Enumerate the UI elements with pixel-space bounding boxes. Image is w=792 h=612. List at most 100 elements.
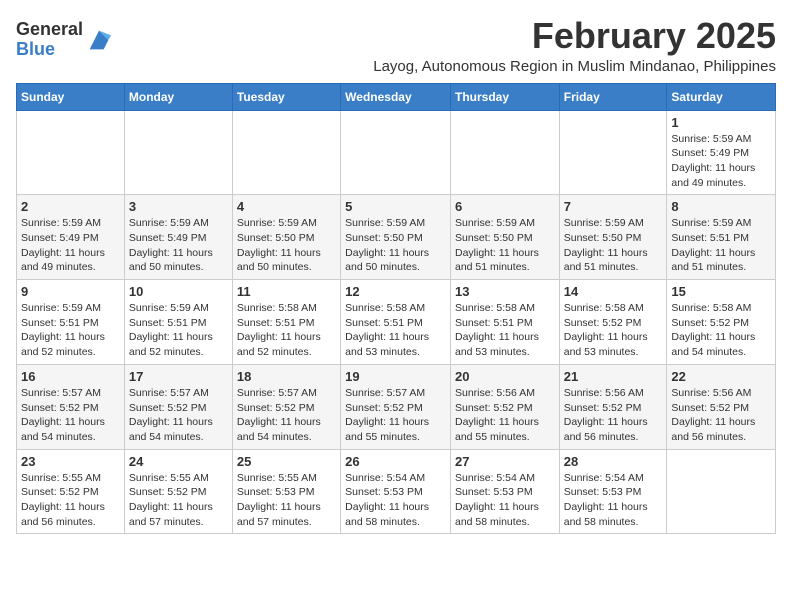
day-info: Sunrise: 5:57 AM Sunset: 5:52 PM Dayligh… — [129, 386, 228, 445]
calendar-cell: 2Sunrise: 5:59 AM Sunset: 5:49 PM Daylig… — [17, 195, 125, 280]
day-info: Sunrise: 5:57 AM Sunset: 5:52 PM Dayligh… — [345, 386, 446, 445]
day-number: 22 — [671, 369, 771, 384]
day-info: Sunrise: 5:58 AM Sunset: 5:51 PM Dayligh… — [345, 301, 446, 360]
day-number: 14 — [564, 284, 663, 299]
day-info: Sunrise: 5:54 AM Sunset: 5:53 PM Dayligh… — [455, 471, 555, 530]
calendar-cell: 12 Sunrise: 5:58 AM Sunset: 5:51 PM Dayli… — [341, 280, 451, 365]
calendar-cell: 15 Sunrise: 5:58 AM Sunset: 5:52 PM Dayli… — [667, 280, 776, 365]
calendar-cell: 23 Sunrise: 5:55 AM Sunset: 5:52 PM Dayli… — [17, 449, 125, 534]
day-info: Sunrise: 5:56 AM Sunset: 5:52 PM Dayligh… — [671, 386, 771, 445]
day-info: Sunrise: 5:59 AM Sunset: 5:49 PM Dayligh… — [21, 216, 120, 275]
calendar-cell: 8 Sunrise: 5:59 AM Sunset: 5:51 PM Daylig… — [667, 195, 776, 280]
calendar-week-row: 23 Sunrise: 5:55 AM Sunset: 5:52 PM Dayli… — [17, 449, 776, 534]
day-info: Sunrise: 5:55 AM Sunset: 5:52 PM Dayligh… — [129, 471, 228, 530]
day-number: 4 — [237, 199, 336, 214]
day-number: 1 — [671, 115, 771, 130]
day-info: Sunrise: 5:58 AM Sunset: 5:52 PM Dayligh… — [564, 301, 663, 360]
day-info: Sunrise: 5:54 AM Sunset: 5:53 PM Dayligh… — [345, 471, 446, 530]
calendar-cell — [667, 449, 776, 534]
calendar-week-row: 1 Sunrise: 5:59 AM Sunset: 5:49 PM Daylig… — [17, 110, 776, 195]
calendar-cell: 21Sunrise: 5:56 AM Sunset: 5:52 PM Dayli… — [559, 364, 667, 449]
calendar-cell: 22 Sunrise: 5:56 AM Sunset: 5:52 PM Dayli… — [667, 364, 776, 449]
day-number: 3 — [129, 199, 228, 214]
header-saturday: Saturday — [667, 83, 776, 110]
header-tuesday: Tuesday — [232, 83, 340, 110]
day-info: Sunrise: 5:57 AM Sunset: 5:52 PM Dayligh… — [237, 386, 336, 445]
calendar-week-row: 9 Sunrise: 5:59 AM Sunset: 5:51 PM Daylig… — [17, 280, 776, 365]
calendar-week-row: 16 Sunrise: 5:57 AM Sunset: 5:52 PM Dayli… — [17, 364, 776, 449]
day-number: 19 — [345, 369, 446, 384]
calendar-cell: 7Sunrise: 5:59 AM Sunset: 5:50 PM Daylig… — [559, 195, 667, 280]
calendar-cell — [124, 110, 232, 195]
day-number: 26 — [345, 454, 446, 469]
day-info: Sunrise: 5:59 AM Sunset: 5:51 PM Dayligh… — [129, 301, 228, 360]
day-info: Sunrise: 5:59 AM Sunset: 5:51 PM Dayligh… — [671, 216, 771, 275]
logo-blue-text: Blue — [16, 40, 83, 60]
day-number: 9 — [21, 284, 120, 299]
calendar-cell: 26 Sunrise: 5:54 AM Sunset: 5:53 PM Dayli… — [341, 449, 451, 534]
day-number: 6 — [455, 199, 555, 214]
day-info: Sunrise: 5:54 AM Sunset: 5:53 PM Dayligh… — [564, 471, 663, 530]
day-number: 16 — [21, 369, 120, 384]
day-number: 28 — [564, 454, 663, 469]
calendar-week-row: 2Sunrise: 5:59 AM Sunset: 5:49 PM Daylig… — [17, 195, 776, 280]
header-sunday: Sunday — [17, 83, 125, 110]
calendar-cell — [450, 110, 559, 195]
calendar-header-row: SundayMondayTuesdayWednesdayThursdayFrid… — [17, 83, 776, 110]
day-number: 17 — [129, 369, 228, 384]
header-friday: Friday — [559, 83, 667, 110]
day-info: Sunrise: 5:57 AM Sunset: 5:52 PM Dayligh… — [21, 386, 120, 445]
month-title: February 2025 — [373, 16, 776, 56]
calendar-cell: 6Sunrise: 5:59 AM Sunset: 5:50 PM Daylig… — [450, 195, 559, 280]
calendar-cell: 27 Sunrise: 5:54 AM Sunset: 5:53 PM Dayli… — [450, 449, 559, 534]
calendar-cell: 19 Sunrise: 5:57 AM Sunset: 5:52 PM Dayli… — [341, 364, 451, 449]
logo: General Blue — [16, 20, 113, 60]
day-info: Sunrise: 5:59 AM Sunset: 5:49 PM Dayligh… — [129, 216, 228, 275]
day-info: Sunrise: 5:59 AM Sunset: 5:51 PM Dayligh… — [21, 301, 120, 360]
calendar-cell — [341, 110, 451, 195]
header-monday: Monday — [124, 83, 232, 110]
calendar-cell: 16 Sunrise: 5:57 AM Sunset: 5:52 PM Dayli… — [17, 364, 125, 449]
calendar-table: SundayMondayTuesdayWednesdayThursdayFrid… — [16, 83, 776, 535]
day-number: 23 — [21, 454, 120, 469]
day-info: Sunrise: 5:58 AM Sunset: 5:51 PM Dayligh… — [455, 301, 555, 360]
day-info: Sunrise: 5:55 AM Sunset: 5:53 PM Dayligh… — [237, 471, 336, 530]
header-wednesday: Wednesday — [341, 83, 451, 110]
day-number: 13 — [455, 284, 555, 299]
day-number: 8 — [671, 199, 771, 214]
calendar-cell: 1 Sunrise: 5:59 AM Sunset: 5:49 PM Daylig… — [667, 110, 776, 195]
calendar-cell — [559, 110, 667, 195]
header-thursday: Thursday — [450, 83, 559, 110]
day-number: 27 — [455, 454, 555, 469]
day-number: 20 — [455, 369, 555, 384]
calendar-cell: 4 Sunrise: 5:59 AM Sunset: 5:50 PM Daylig… — [232, 195, 340, 280]
calendar-cell: 10Sunrise: 5:59 AM Sunset: 5:51 PM Dayli… — [124, 280, 232, 365]
calendar-cell: 3 Sunrise: 5:59 AM Sunset: 5:49 PM Daylig… — [124, 195, 232, 280]
day-number: 7 — [564, 199, 663, 214]
day-info: Sunrise: 5:59 AM Sunset: 5:50 PM Dayligh… — [237, 216, 336, 275]
calendar-cell — [232, 110, 340, 195]
day-info: Sunrise: 5:58 AM Sunset: 5:51 PM Dayligh… — [237, 301, 336, 360]
day-info: Sunrise: 5:58 AM Sunset: 5:52 PM Dayligh… — [671, 301, 771, 360]
calendar-cell: 9 Sunrise: 5:59 AM Sunset: 5:51 PM Daylig… — [17, 280, 125, 365]
title-area: February 2025 Layog, Autonomous Region i… — [373, 16, 776, 75]
calendar-cell: 13 Sunrise: 5:58 AM Sunset: 5:51 PM Dayli… — [450, 280, 559, 365]
day-info: Sunrise: 5:55 AM Sunset: 5:52 PM Dayligh… — [21, 471, 120, 530]
calendar-cell: 14 Sunrise: 5:58 AM Sunset: 5:52 PM Dayli… — [559, 280, 667, 365]
logo-icon — [85, 26, 113, 54]
day-number: 5 — [345, 199, 446, 214]
calendar-cell: 28 Sunrise: 5:54 AM Sunset: 5:53 PM Dayli… — [559, 449, 667, 534]
day-number: 12 — [345, 284, 446, 299]
day-info: Sunrise: 5:56 AM Sunset: 5:52 PM Dayligh… — [455, 386, 555, 445]
day-number: 21 — [564, 369, 663, 384]
calendar-cell: 20 Sunrise: 5:56 AM Sunset: 5:52 PM Dayli… — [450, 364, 559, 449]
day-number: 24 — [129, 454, 228, 469]
day-number: 15 — [671, 284, 771, 299]
day-number: 18 — [237, 369, 336, 384]
calendar-cell: 11 Sunrise: 5:58 AM Sunset: 5:51 PM Dayli… — [232, 280, 340, 365]
day-info: Sunrise: 5:59 AM Sunset: 5:49 PM Dayligh… — [671, 132, 771, 191]
location-title: Layog, Autonomous Region in Muslim Minda… — [373, 58, 776, 75]
calendar-cell: 5Sunrise: 5:59 AM Sunset: 5:50 PM Daylig… — [341, 195, 451, 280]
calendar-cell: 25Sunrise: 5:55 AM Sunset: 5:53 PM Dayli… — [232, 449, 340, 534]
day-number: 11 — [237, 284, 336, 299]
